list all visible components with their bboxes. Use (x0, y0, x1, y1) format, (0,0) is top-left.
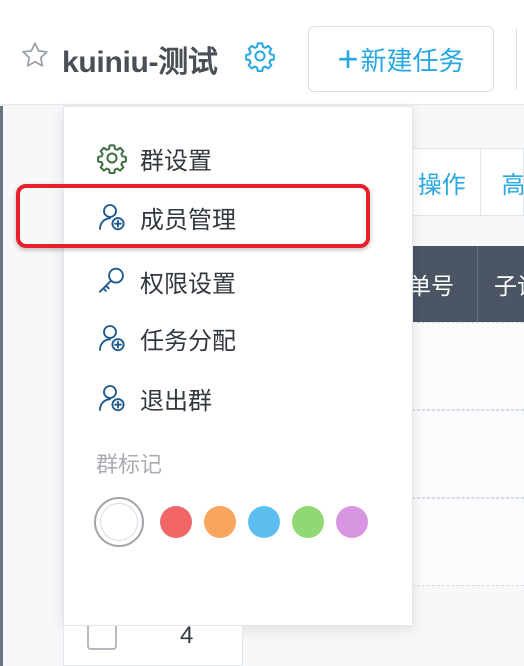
column-header-sub[interactable]: 子记 (478, 246, 524, 322)
new-task-button[interactable]: + 新建任务 (308, 26, 494, 92)
table-toolbar: 操作 高 (402, 148, 524, 216)
tag-color-blue[interactable] (248, 506, 280, 538)
menu-item-group-settings[interactable]: 群设置 (64, 134, 412, 182)
row-number: 4 (180, 622, 194, 649)
advanced-button[interactable]: 高 (481, 149, 523, 215)
menu-item-label: 权限设置 (140, 270, 236, 298)
header-divider (516, 28, 517, 90)
key-icon (99, 267, 124, 293)
group-tag-swatches (94, 497, 368, 547)
menu-item-permission-settings[interactable]: 权限设置 (64, 257, 412, 305)
gear-icon (97, 144, 127, 174)
user-add-icon (99, 204, 125, 231)
menu-item-label: 任务分配 (140, 327, 236, 355)
menu-item-task-assignment[interactable]: 任务分配 (64, 314, 412, 362)
table-row[interactable] (402, 322, 524, 410)
menu-item-label: 退出群 (140, 387, 212, 415)
table-row[interactable] (402, 410, 524, 498)
menu-item-member-management[interactable]: 成员管理 (64, 193, 412, 241)
user-add-icon (99, 325, 125, 352)
group-tag-label: 群标记 (96, 452, 163, 477)
column-header-number[interactable]: 单号 (402, 246, 478, 322)
group-header: kuiniu-测试 + 新建任务 (0, 0, 524, 105)
group-settings-dropdown: 群设置 成员管理 权限设置 任务分配 退出群 群标记 (63, 106, 413, 626)
tag-color-red[interactable] (160, 506, 192, 538)
group-title: kuiniu-测试 (62, 46, 218, 79)
operations-button[interactable]: 操作 (403, 149, 482, 215)
tag-color-purple[interactable] (336, 506, 368, 538)
new-task-label: 新建任务 (360, 45, 465, 76)
group-settings-gear-icon[interactable] (244, 40, 276, 72)
menu-item-label: 成员管理 (140, 206, 236, 234)
table-row[interactable]: 4 (63, 622, 243, 666)
left-edge (0, 106, 3, 666)
menu-item-leave-group[interactable]: 退出群 (64, 374, 412, 422)
plus-icon: + (337, 38, 359, 79)
menu-item-label: 群设置 (140, 147, 212, 175)
star-icon[interactable] (20, 40, 50, 70)
user-add-icon (99, 385, 125, 412)
table-header: 单号 子记 (402, 246, 524, 322)
tag-color-green[interactable] (292, 506, 324, 538)
table-row[interactable] (402, 498, 524, 586)
row-checkbox[interactable] (87, 626, 117, 650)
tag-color-none[interactable] (94, 497, 144, 547)
tag-color-orange[interactable] (204, 506, 236, 538)
